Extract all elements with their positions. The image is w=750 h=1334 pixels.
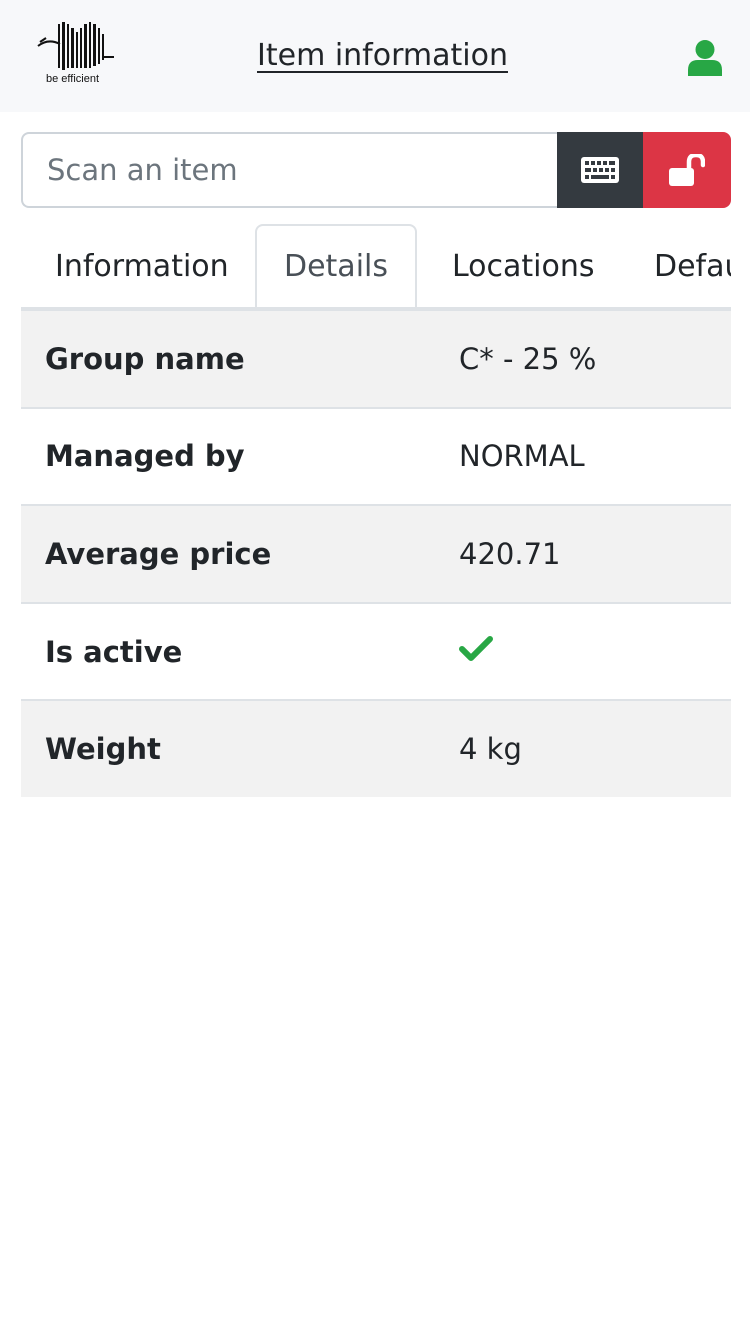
page-title[interactable]: Item information <box>257 38 508 73</box>
row-label: Is active <box>45 634 183 669</box>
unlock-button[interactable] <box>643 132 731 208</box>
row-label: Group name <box>45 341 245 376</box>
tab-details[interactable]: Details <box>255 224 417 307</box>
tab-defaults[interactable]: Defau <box>654 224 731 307</box>
table-row: Is active <box>21 601 731 700</box>
row-value: 420.71 <box>459 536 561 571</box>
details-table: Group name C* - 25 % Managed by NORMAL A… <box>21 309 731 797</box>
user-icon[interactable] <box>688 40 722 76</box>
tab-locations[interactable]: Locations <box>452 224 595 307</box>
keyboard-button[interactable] <box>557 132 643 208</box>
row-label: Managed by <box>45 439 245 474</box>
keyboard-icon <box>581 157 619 183</box>
item-tabs: Information Details Locations Defau <box>21 224 731 309</box>
check-icon <box>459 635 493 669</box>
logo-icon <box>37 22 114 70</box>
table-row: Managed by NORMAL <box>21 406 731 505</box>
unlock-icon <box>669 154 705 186</box>
tab-information[interactable]: Information <box>55 224 229 307</box>
scan-input-group <box>21 132 731 208</box>
app-header: be efficient Item information <box>0 0 750 112</box>
table-row: Weight 4 kg <box>21 699 731 797</box>
scan-input[interactable] <box>21 132 557 208</box>
row-label: Average price <box>45 536 272 571</box>
row-value: 4 kg <box>459 732 522 767</box>
row-value: NORMAL <box>459 439 585 474</box>
table-row: Average price 420.71 <box>21 504 731 602</box>
row-label: Weight <box>45 732 161 767</box>
logo-text: be efficient <box>46 73 100 85</box>
row-value: C* - 25 % <box>459 341 597 376</box>
table-row: Group name C* - 25 % <box>21 309 731 407</box>
